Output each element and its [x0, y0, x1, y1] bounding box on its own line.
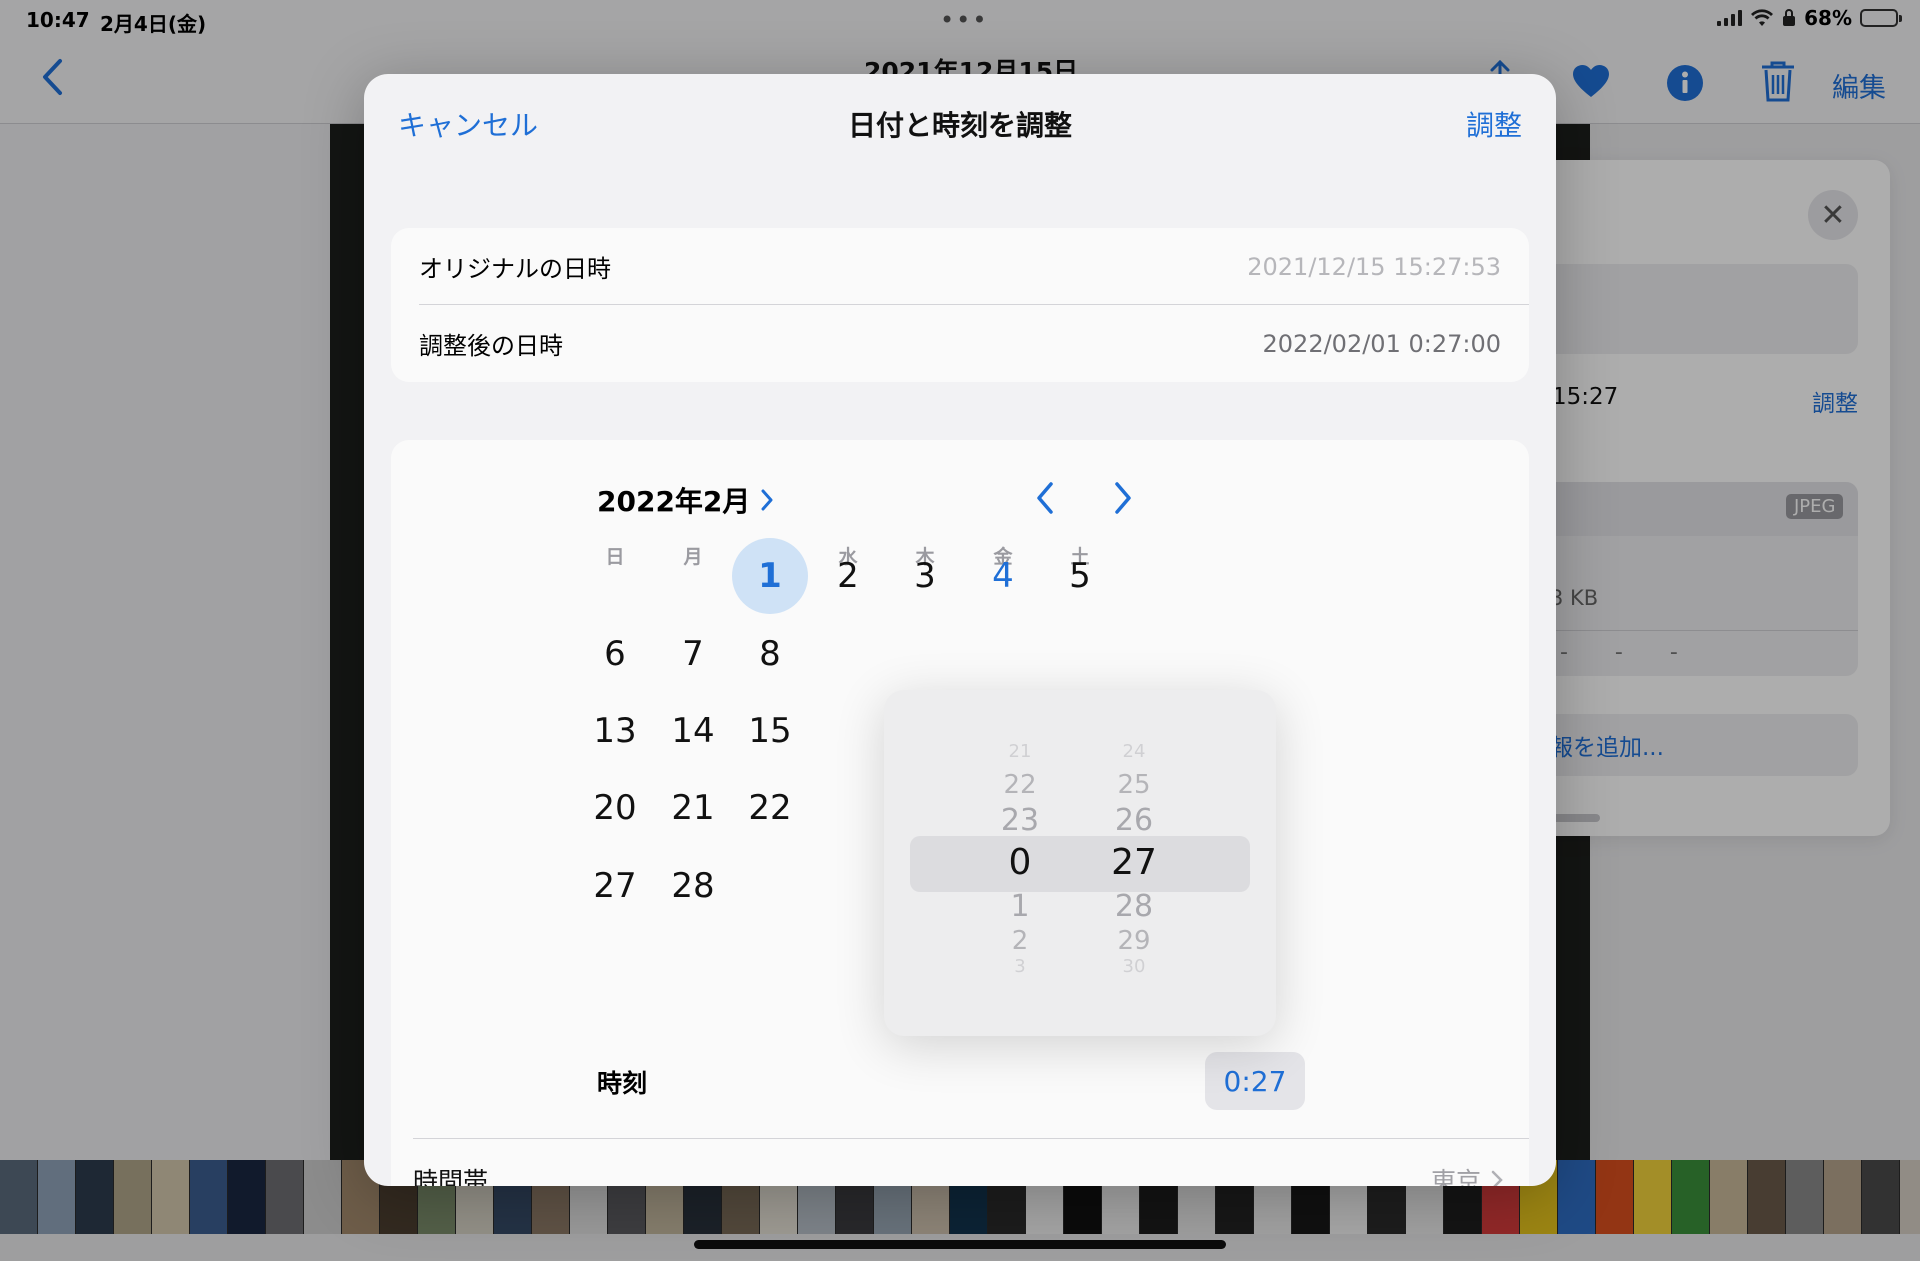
hour-option[interactable]: 23: [970, 803, 1070, 838]
adjust-button[interactable]: 調整: [1466, 104, 1522, 144]
adjusted-datetime-value: 2022/02/01 0:27:00: [1262, 329, 1501, 358]
hour-option[interactable]: 3: [970, 956, 1070, 977]
hour-option[interactable]: 0: [970, 842, 1070, 883]
original-datetime-row: オリジナルの日時 2021/12/15 15:27:53: [391, 228, 1529, 305]
hour-option[interactable]: 22: [970, 770, 1070, 800]
sheet-title: 日付と時刻を調整: [847, 109, 1072, 142]
weekday-header: 日: [605, 546, 625, 568]
minute-option[interactable]: 29: [1084, 926, 1184, 956]
minute-option[interactable]: 24: [1084, 741, 1184, 762]
calendar-day-3[interactable]: 3: [887, 538, 963, 614]
divider: [413, 1138, 1529, 1139]
timezone-city: 東京: [1430, 1167, 1481, 1186]
month-label: 2022年2月: [597, 485, 751, 518]
chevron-left-icon: [1037, 482, 1053, 514]
calendar-day-5[interactable]: 5: [1042, 538, 1118, 614]
hour-option[interactable]: 2: [970, 926, 1070, 956]
adjusted-datetime-row: 調整後の日時 2022/02/01 0:27:00: [391, 305, 1529, 382]
minute-option[interactable]: 27: [1084, 842, 1184, 883]
calendar-day-21[interactable]: 21: [655, 770, 731, 846]
hour-option[interactable]: 1: [970, 889, 1070, 924]
next-month-button[interactable]: [1103, 478, 1143, 518]
calendar-day-6[interactable]: 6: [577, 616, 653, 692]
minute-option[interactable]: 28: [1084, 889, 1184, 924]
calendar-day-13[interactable]: 13: [577, 693, 653, 769]
calendar-day-4[interactable]: 4: [965, 538, 1041, 614]
time-wheel-picker[interactable]: 21 22 23 0 1 2 3 24 25 26 27 28 29 30: [884, 690, 1276, 1036]
original-datetime-label: オリジナルの日時: [419, 255, 611, 283]
minute-option[interactable]: 26: [1084, 803, 1184, 838]
previous-month-button[interactable]: [1025, 478, 1065, 518]
timezone-value[interactable]: 東京: [1431, 1162, 1503, 1186]
timezone-label: 時間帯: [413, 1167, 489, 1186]
calendar-day-22[interactable]: 22: [732, 770, 808, 846]
wheel-selection-band: [910, 836, 1250, 892]
month-picker-button[interactable]: 2022年2月: [597, 480, 774, 520]
calendar-day-1[interactable]: 1: [732, 538, 808, 614]
minute-option[interactable]: 25: [1084, 770, 1184, 800]
calendar-day-7[interactable]: 7: [655, 616, 731, 692]
calendar-day-15[interactable]: 15: [732, 693, 808, 769]
calendar-day-28[interactable]: 28: [655, 848, 731, 924]
weekday-header: 月: [683, 546, 703, 568]
minute-option[interactable]: 30: [1084, 956, 1184, 977]
calendar-day-27[interactable]: 27: [577, 848, 653, 924]
chevron-right-icon: [761, 489, 773, 511]
adjusted-datetime-label: 調整後の日時: [419, 332, 563, 360]
hour-option[interactable]: 21: [970, 741, 1070, 762]
chevron-right-icon: [1491, 1170, 1503, 1186]
time-value-button[interactable]: 0:27: [1205, 1052, 1305, 1110]
calendar-day-20[interactable]: 20: [577, 770, 653, 846]
calendar-day-2[interactable]: 2: [810, 538, 886, 614]
chevron-right-icon: [1115, 482, 1131, 514]
datetime-summary-card: オリジナルの日時 2021/12/15 15:27:53 調整後の日時 2022…: [391, 228, 1529, 382]
time-label: 時刻: [597, 1069, 648, 1098]
calendar-day-14[interactable]: 14: [655, 693, 731, 769]
original-datetime-value: 2021/12/15 15:27:53: [1247, 252, 1501, 281]
calendar-day-8[interactable]: 8: [732, 616, 808, 692]
